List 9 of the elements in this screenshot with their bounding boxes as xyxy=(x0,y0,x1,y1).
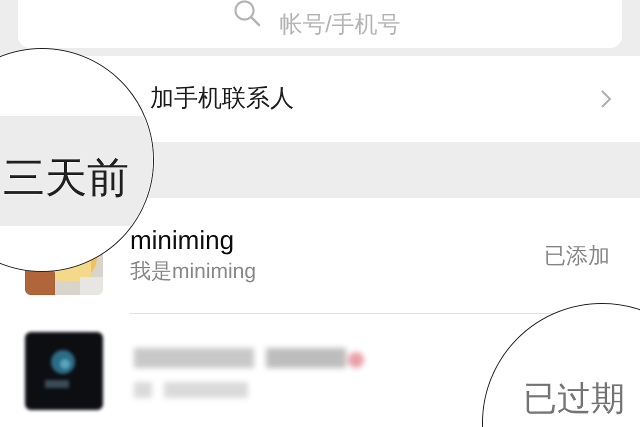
request-status: 已过期 xyxy=(523,379,625,420)
request-message: 我是miniming xyxy=(130,259,256,285)
search-icon xyxy=(233,0,261,27)
search-field[interactable]: 帐号/手机号 xyxy=(18,0,622,48)
request-status: 已添加 xyxy=(544,242,610,270)
chevron-right-icon xyxy=(600,89,612,109)
contact-name: miniming xyxy=(130,224,236,256)
add-contacts-link[interactable]: 加手机联系人 xyxy=(150,81,294,117)
section-label: 三天前 xyxy=(3,153,129,203)
